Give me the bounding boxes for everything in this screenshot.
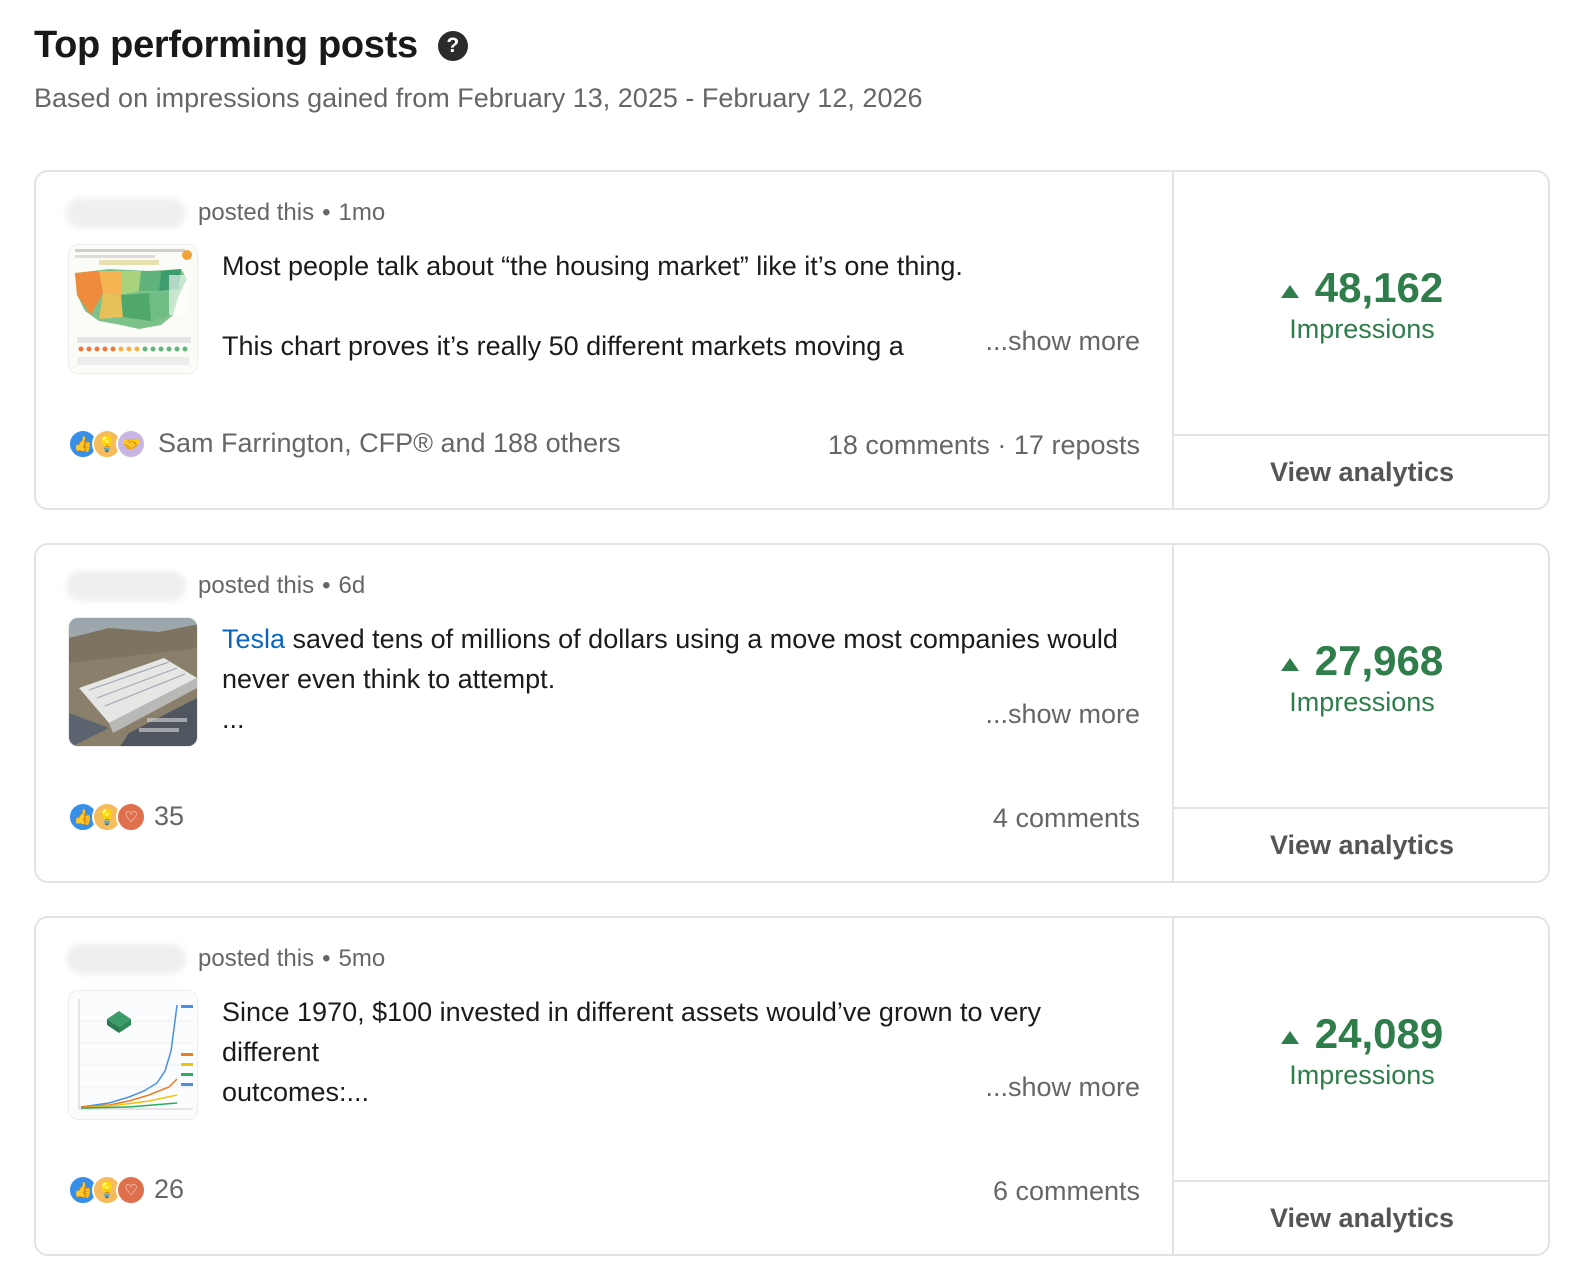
post-content[interactable]: posted this • 6d Tesla saved tens of mil… — [36, 545, 1172, 881]
reaction-count: 26 — [154, 1174, 185, 1204]
impressions-label: Impressions — [1289, 1060, 1435, 1090]
impressions-label: Impressions — [1289, 314, 1435, 344]
help-icon[interactable]: ? — [437, 30, 468, 61]
reaction-count: Sam Farrington, CFP® and 188 others — [158, 428, 621, 458]
post-content[interactable]: posted this • 5mo Since 1970, $100 inves… — [36, 918, 1172, 1254]
post-text-line: Most people talk about “the housing mark… — [222, 251, 963, 281]
view-analytics-button[interactable]: View analytics — [1174, 1180, 1548, 1254]
post-metrics: 48,162 Impressions View analytics — [1172, 172, 1548, 508]
growth-chart-image — [69, 991, 197, 1119]
up-arrow-icon — [1280, 1030, 1299, 1044]
reactions[interactable]: 👍 💡 ♡ 26 — [68, 1174, 184, 1205]
support-reaction-icon: 🤝 — [116, 428, 146, 459]
engagement-counts[interactable]: 4 comments — [993, 803, 1140, 834]
impressions-metric: 24,089 Impressions — [1174, 1010, 1548, 1091]
post-card: posted this • 1mo Most people talk about… — [34, 170, 1550, 510]
author-line: posted this • 6d — [66, 571, 365, 601]
post-thumbnail[interactable] — [68, 990, 198, 1120]
post-card: posted this • 5mo Since 1970, $100 inves… — [34, 916, 1550, 1256]
post-content[interactable]: posted this • 1mo Most people talk about… — [36, 172, 1172, 508]
up-arrow-icon — [1280, 284, 1299, 298]
reactions[interactable]: 👍 💡 🤝 Sam Farrington, CFP® and 188 other… — [68, 428, 621, 459]
show-more-link[interactable]: ...show more — [975, 326, 1140, 357]
engagement-counts[interactable]: 18 comments · 17 reposts — [828, 430, 1140, 461]
reactions[interactable]: 👍 💡 ♡ 35 — [68, 801, 184, 832]
post-text-line: saved tens of millions of dollars using … — [222, 624, 1118, 694]
post-metrics: 24,089 Impressions View analytics — [1172, 918, 1548, 1254]
post-metrics: 27,968 Impressions View analytics — [1172, 545, 1548, 881]
love-reaction-icon: ♡ — [116, 1174, 146, 1205]
housing-map-image — [69, 245, 197, 373]
post-time: 5mo — [338, 945, 386, 972]
posted-label: posted this — [198, 945, 315, 972]
author-line: posted this • 1mo — [66, 198, 385, 228]
author-name-redacted — [66, 198, 186, 228]
love-reaction-icon: ♡ — [116, 801, 146, 832]
factory-aerial-photo — [69, 618, 197, 746]
tesla-mention-link[interactable]: Tesla — [222, 624, 285, 654]
impressions-value: 27,968 — [1314, 637, 1444, 684]
impressions-label: Impressions — [1289, 687, 1435, 717]
up-arrow-icon — [1280, 657, 1299, 671]
impressions-metric: 48,162 Impressions — [1174, 264, 1548, 345]
post-text-paragraph: Tesla saved tens of millions of dollars … — [222, 619, 1142, 699]
view-analytics-button[interactable]: View analytics — [1174, 807, 1548, 881]
impressions-metric: 27,968 Impressions — [1174, 637, 1548, 718]
view-analytics-button[interactable]: View analytics — [1174, 434, 1548, 508]
posted-label: posted this — [198, 572, 315, 599]
author-line: posted this • 5mo — [66, 944, 385, 974]
page-subtitle: Based on impressions gained from Februar… — [34, 83, 923, 113]
page-title: Top performing posts — [34, 24, 418, 66]
post-time: 6d — [338, 572, 366, 599]
reaction-count: 35 — [154, 801, 185, 831]
post-thumbnail[interactable] — [68, 617, 198, 747]
engagement-counts[interactable]: 6 comments — [993, 1176, 1140, 1207]
post-text-line: This chart proves it’s really 50 differe… — [222, 331, 904, 361]
post-time: 1mo — [338, 199, 386, 226]
post-text-line: Since 1970, $100 invested in different a… — [222, 997, 1041, 1067]
posted-label: posted this — [198, 199, 315, 226]
show-more-link[interactable]: ...show more — [975, 699, 1140, 730]
post-thumbnail[interactable] — [68, 244, 198, 374]
author-name-redacted — [66, 944, 186, 974]
post-card: posted this • 6d Tesla saved tens of mil… — [34, 543, 1550, 883]
show-more-link[interactable]: ...show more — [975, 1072, 1140, 1103]
impressions-value: 24,089 — [1314, 1010, 1444, 1057]
impressions-value: 48,162 — [1314, 264, 1444, 311]
header: Top performing posts ? Based on impressi… — [34, 24, 923, 114]
author-name-redacted — [66, 571, 186, 601]
